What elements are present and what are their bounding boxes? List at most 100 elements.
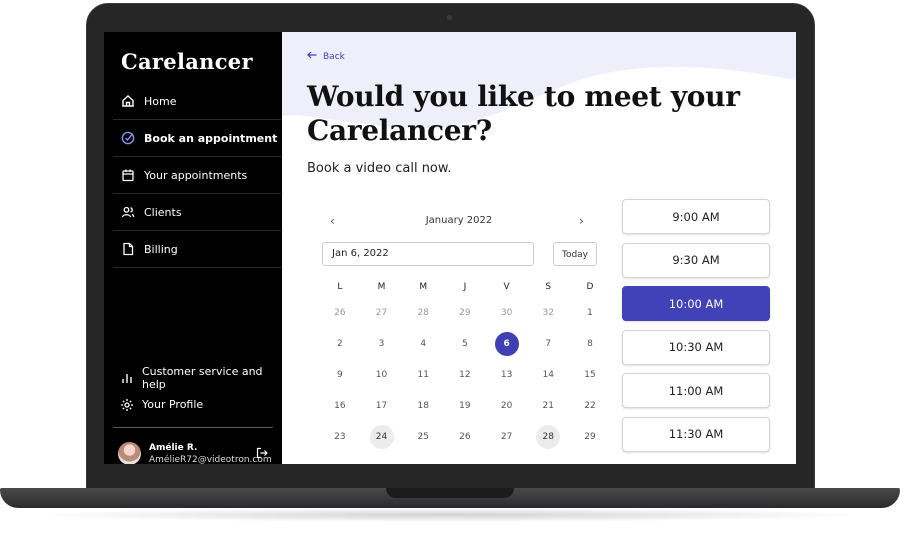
calendar-day-number: 30: [500, 307, 513, 318]
laptop-notch: [386, 488, 514, 498]
sidebar-bottom-links: Customer service and help Your Profile: [120, 364, 280, 418]
calendar-day-number: 6: [494, 331, 519, 356]
sidebar-item-clients[interactable]: Clients: [113, 194, 281, 231]
calendar-day[interactable]: 28: [402, 297, 444, 328]
calendar-day[interactable]: 18: [402, 390, 444, 421]
calendar-day[interactable]: 1: [569, 297, 611, 328]
calendar-day[interactable]: 7: [527, 328, 569, 359]
calendar-day[interactable]: 11: [402, 359, 444, 390]
customer-service-label: Customer service and help: [142, 364, 263, 391]
your-profile-link[interactable]: Your Profile: [120, 391, 280, 418]
calendar-grid: L M M J V S D 26 27 28 29 30 32 1 2 3 4 5 6 7 8 9 10 11 12 13 14 15…: [319, 277, 611, 452]
calendar-day[interactable]: 22: [569, 390, 611, 421]
date-field[interactable]: Jan 6, 2022: [322, 242, 534, 266]
calendar-day[interactable]: 16: [319, 390, 361, 421]
sidebar-item-billing[interactable]: Billing: [113, 231, 281, 268]
calendar-day-number: 23: [334, 431, 346, 442]
calendar-day[interactable]: 27: [361, 297, 403, 328]
calendar-day[interactable]: 13: [486, 359, 528, 390]
weekday-label: J: [463, 282, 467, 292]
calendar-day-number: 15: [584, 369, 596, 380]
calendar-day[interactable]: 26: [319, 297, 361, 328]
bar-chart-icon: [120, 371, 134, 385]
calendar-day-number: 27: [500, 431, 513, 442]
sidebar-item-book-appointment[interactable]: Book an appointment: [113, 120, 281, 157]
avatar[interactable]: [118, 442, 141, 464]
page-subtitle: Book a video call now.: [307, 161, 452, 176]
back-label: Back: [323, 51, 345, 62]
calendar-day-number: 1: [587, 307, 593, 318]
calendar-day-number: 26: [334, 307, 346, 318]
back-link[interactable]: Back: [307, 51, 345, 62]
customer-service-link[interactable]: Customer service and help: [120, 364, 280, 391]
sidebar-divider: [113, 427, 273, 428]
time-slot-button[interactable]: 10:30 AM: [622, 329, 770, 365]
brand-logo[interactable]: Carelancer: [121, 49, 253, 74]
calendar-day[interactable]: 14: [527, 359, 569, 390]
calendar-day[interactable]: 4: [402, 328, 444, 359]
calendar-header: ‹ January 2022 ›: [319, 210, 599, 230]
calendar-day-number: 19: [459, 400, 471, 411]
calendar-day[interactable]: 9: [319, 359, 361, 390]
check-circle-icon: [121, 131, 135, 145]
chevron-right-icon[interactable]: ›: [579, 214, 584, 228]
calendar-day-number: 10: [375, 369, 388, 380]
time-slot-button[interactable]: 11:30 AM: [622, 416, 770, 452]
calendar-day[interactable]: 19: [444, 390, 486, 421]
calendar-day[interactable]: 21: [527, 390, 569, 421]
calendar-day-number: 12: [459, 369, 471, 380]
sidebar-item-label: Book an appointment: [144, 131, 278, 145]
calendar-icon: [121, 168, 135, 182]
calendar-day-number: 7: [545, 338, 552, 349]
sidebar-nav: Home Book an appointment Your appointmen…: [113, 83, 281, 268]
calendar-day[interactable]: 6: [486, 328, 528, 359]
calendar-day[interactable]: 24: [361, 421, 403, 452]
user-card: Amélie R. AmélieR72@videotron.com: [118, 442, 278, 464]
calendar-day-number: 20: [500, 400, 513, 411]
screen: Carelancer Home Book an appointment Your…: [104, 32, 796, 464]
logout-icon[interactable]: [256, 444, 268, 459]
calendar-day-number: 11: [417, 369, 429, 380]
calendar-day-number: 18: [417, 400, 429, 411]
calendar-day[interactable]: 2: [319, 328, 361, 359]
sidebar-item-home[interactable]: Home: [113, 83, 281, 120]
calendar-day[interactable]: 12: [444, 359, 486, 390]
calendar-day[interactable]: 29: [444, 297, 486, 328]
calendar-day-number: 14: [542, 369, 554, 380]
calendar-day-number: 25: [417, 431, 429, 442]
weekday-label: M: [377, 282, 386, 292]
calendar-day[interactable]: 3: [361, 328, 403, 359]
time-slot-button[interactable]: 11:00 AM: [622, 373, 770, 408]
calendar-day[interactable]: 32: [527, 297, 569, 328]
calendar-day[interactable]: 8: [569, 328, 611, 359]
calendar-day[interactable]: 5: [444, 328, 486, 359]
weekday-label: M: [419, 282, 428, 292]
weekday-label: V: [503, 282, 510, 292]
today-button[interactable]: Today: [553, 242, 597, 266]
calendar-day[interactable]: 20: [486, 390, 528, 421]
calendar-day-number: 28: [417, 307, 429, 318]
main-content: Back Would you like to meet your Carelan…: [282, 32, 796, 464]
time-slot-button[interactable]: 9:30 AM: [622, 242, 770, 278]
calendar-day[interactable]: 29: [569, 421, 611, 452]
sidebar-item-your-appointments[interactable]: Your appointments: [113, 157, 281, 194]
calendar-day-number: 4: [420, 338, 427, 349]
calendar-day-number: 13: [500, 369, 513, 380]
calendar-day[interactable]: 28: [527, 421, 569, 452]
calendar-day[interactable]: 23: [319, 421, 361, 452]
sidebar-item-label: Home: [144, 94, 177, 108]
calendar-day[interactable]: 27: [486, 421, 528, 452]
calendar-day-number: 26: [459, 431, 471, 442]
calendar-day[interactable]: 26: [444, 421, 486, 452]
document-icon: [121, 242, 135, 256]
time-slot-button[interactable]: 9:00 AM: [622, 199, 770, 234]
calendar-day-number: 2: [336, 338, 343, 349]
calendar-day-number: 5: [462, 338, 468, 349]
calendar-day[interactable]: 15: [569, 359, 611, 390]
calendar-day[interactable]: 17: [361, 390, 403, 421]
weekday-label: D: [586, 282, 594, 292]
calendar-day[interactable]: 25: [402, 421, 444, 452]
calendar-day[interactable]: 30: [486, 297, 528, 328]
calendar-day[interactable]: 10: [361, 359, 403, 390]
time-slot-button[interactable]: 10:00 AM: [622, 286, 770, 321]
